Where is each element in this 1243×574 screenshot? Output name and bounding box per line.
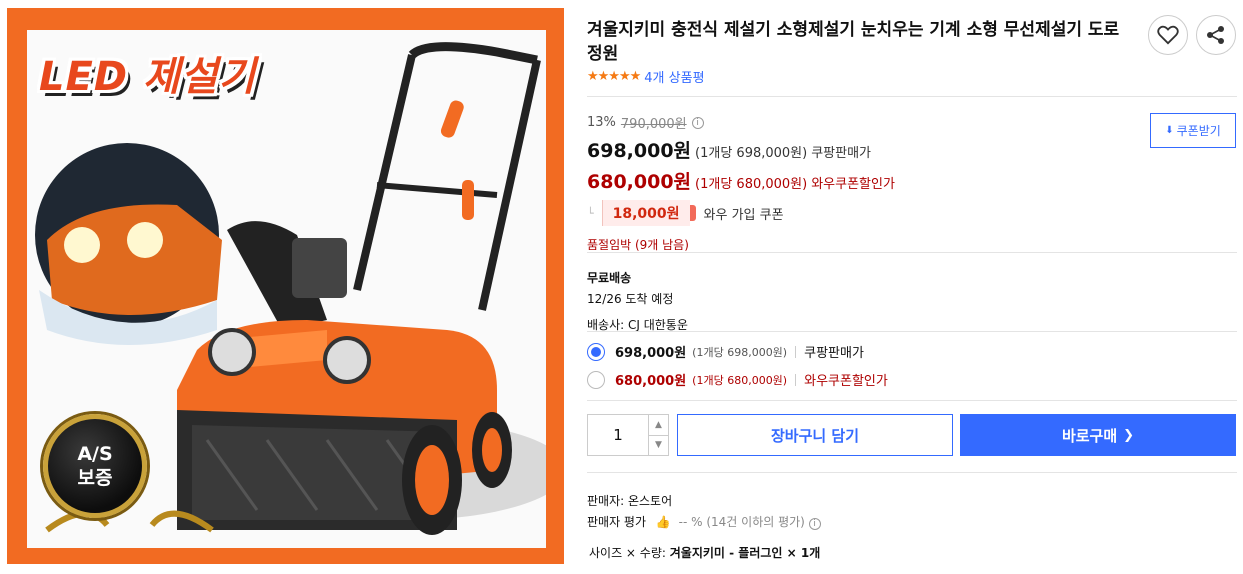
stock-notice: 품절임박 (9개 남음) — [587, 238, 689, 252]
discount-row: 13% 790,000원 i — [587, 113, 1237, 132]
original-price: 790,000원 — [620, 117, 687, 132]
coupon-row: └ 18,000원 와우 가입 쿠폰 — [587, 200, 1237, 226]
option-label: 쿠팡판매가 — [804, 346, 864, 361]
separator — [795, 345, 797, 358]
thumbs-up-icon: 👍 — [655, 515, 671, 529]
as-warranty-badge: A/S 보증 — [43, 414, 147, 518]
divider — [587, 252, 1237, 253]
divider — [587, 96, 1237, 97]
share-icon — [1207, 26, 1224, 44]
wow-price-row: 680,000원 (1개당 680,000원) 와우쿠폰할인가 — [587, 167, 1237, 194]
add-to-cart-button[interactable]: 장바구니 담기 — [677, 414, 953, 456]
star-rating: ★★★★★ — [587, 69, 641, 84]
wishlist-button[interactable] — [1148, 15, 1188, 55]
motor-cover — [292, 238, 347, 298]
quantity-increase-button[interactable]: ▲ — [649, 415, 668, 436]
seller-rating-note: (14건 이하의 평가) — [706, 515, 805, 529]
wow-price: 680,000원 — [587, 171, 692, 193]
price-area: 13% 790,000원 i ⬇ 쿠폰받기 698,000원 (1개당 698,… — [587, 113, 1237, 253]
image-headline: LED 제설기 — [39, 54, 257, 100]
divider — [587, 331, 1237, 332]
discount-rate: 13% — [587, 115, 616, 130]
quantity-input[interactable] — [588, 415, 648, 455]
coupon-description: 와우 가입 쿠폰 — [703, 207, 784, 223]
option-unit-price: (1개당 698,000원) — [692, 345, 788, 359]
option-price: 698,000원 — [615, 346, 687, 361]
product-image[interactable]: LED 제설기 A/S 보증 — [7, 8, 564, 564]
coupang-price: 698,000원 — [587, 140, 692, 162]
product-image-canvas: LED 제설기 A/S 보증 — [27, 30, 546, 548]
handle-grip — [440, 100, 464, 138]
buy-now-label: 바로구매 — [1061, 426, 1118, 445]
coupon-download-button[interactable]: ⬇ 쿠폰받기 — [1150, 113, 1236, 148]
coupon-download-label: 쿠폰받기 — [1176, 124, 1221, 138]
selection-value: 겨울지키미 - 플러그인 × 1개 — [669, 546, 821, 560]
option-coupang-price[interactable]: 698,000원 (1개당 698,000원) 쿠팡판매가 — [587, 342, 864, 361]
seller-rating-row: 판매자 평가 👍 -- % (14건 이하의 평가) i — [587, 512, 821, 533]
option-price: 680,000원 — [615, 374, 687, 389]
coupang-unit-price: (1개당 698,000원) — [695, 146, 808, 161]
radio-selected[interactable] — [587, 342, 605, 361]
coupang-price-label: 쿠팡판매가 — [811, 146, 872, 161]
wow-price-label: 와우쿠폰할인가 — [811, 177, 895, 192]
buy-now-button[interactable]: 바로구매 ❯ — [960, 414, 1236, 456]
radio-unselected[interactable] — [587, 370, 605, 389]
download-icon: ⬇ — [1165, 125, 1174, 136]
heart-icon — [1157, 25, 1179, 45]
seller-rating-value: -- % — [678, 515, 703, 529]
selection-label: 사이즈 × 수량: — [589, 546, 666, 560]
seller-name[interactable]: 판매자: 온스토어 — [587, 491, 821, 512]
inset-light-left — [64, 227, 100, 263]
product-title: 겨울지키미 충전식 제설기 소형제설기 눈치우는 기계 소형 무선제설기 도로 … — [587, 20, 1120, 64]
option-label: 와우쿠폰할인가 — [804, 374, 888, 389]
share-button[interactable] — [1196, 15, 1236, 55]
handle-cross — [376, 182, 498, 198]
bracket-icon: └ — [587, 206, 594, 220]
handle-left — [353, 54, 416, 291]
divider — [587, 400, 1237, 401]
delivery-arrival: 12/26 도착 예정 — [587, 292, 674, 306]
info-icon[interactable]: i — [808, 518, 821, 530]
wheel-rear-hub — [482, 428, 502, 472]
delivery-type: 무료배송 — [587, 271, 632, 285]
option-wow-price[interactable]: 680,000원 (1개당 680,000원) 와우쿠폰할인가 — [587, 370, 888, 389]
inset-light-right — [127, 222, 163, 258]
delivery-info: 무료배송 12/26 도착 예정 — [587, 268, 673, 310]
separator — [795, 373, 797, 386]
divider — [587, 472, 1237, 473]
handle-top — [408, 42, 538, 65]
badge-line-1: A/S — [77, 443, 113, 465]
selected-option-summary: 사이즈 × 수량: 겨울지키미 - 플러그인 × 1개 — [589, 544, 820, 561]
product-info-panel: 겨울지키미 충전식 제설기 소형제설기 눈치우는 기계 소형 무선제설기 도로 … — [587, 0, 1237, 574]
seller-rating-label: 판매자 평가 — [587, 515, 647, 529]
handle-right — [478, 59, 541, 311]
chevron-right-icon: ❯ — [1123, 427, 1135, 443]
wheel-hub — [415, 445, 449, 515]
wow-unit-price: (1개당 680,000원) — [695, 177, 808, 192]
review-count-link[interactable]: 4개 상품평 — [644, 67, 704, 86]
info-icon[interactable]: i — [691, 116, 704, 129]
rating-summary[interactable]: ★★★★★ 4개 상품평 — [587, 67, 705, 86]
headlight-right — [323, 336, 371, 384]
headlight-left — [208, 328, 256, 376]
quantity-buttons: ▲ ▼ — [648, 415, 668, 455]
badge-line-2: 보증 — [77, 467, 113, 489]
quantity-decrease-button[interactable]: ▼ — [649, 436, 668, 456]
coupon-amount-tag: 18,000원 — [601, 200, 696, 226]
lever — [462, 180, 474, 220]
quantity-stepper[interactable]: ▲ ▼ — [587, 414, 669, 456]
option-unit-price: (1개당 680,000원) — [692, 373, 788, 387]
seller-info: 판매자: 온스토어 판매자 평가 👍 -- % (14건 이하의 평가) i — [587, 491, 821, 533]
coupang-price-row: 698,000원 (1개당 698,000원) 쿠팡판매가 — [587, 136, 1237, 163]
